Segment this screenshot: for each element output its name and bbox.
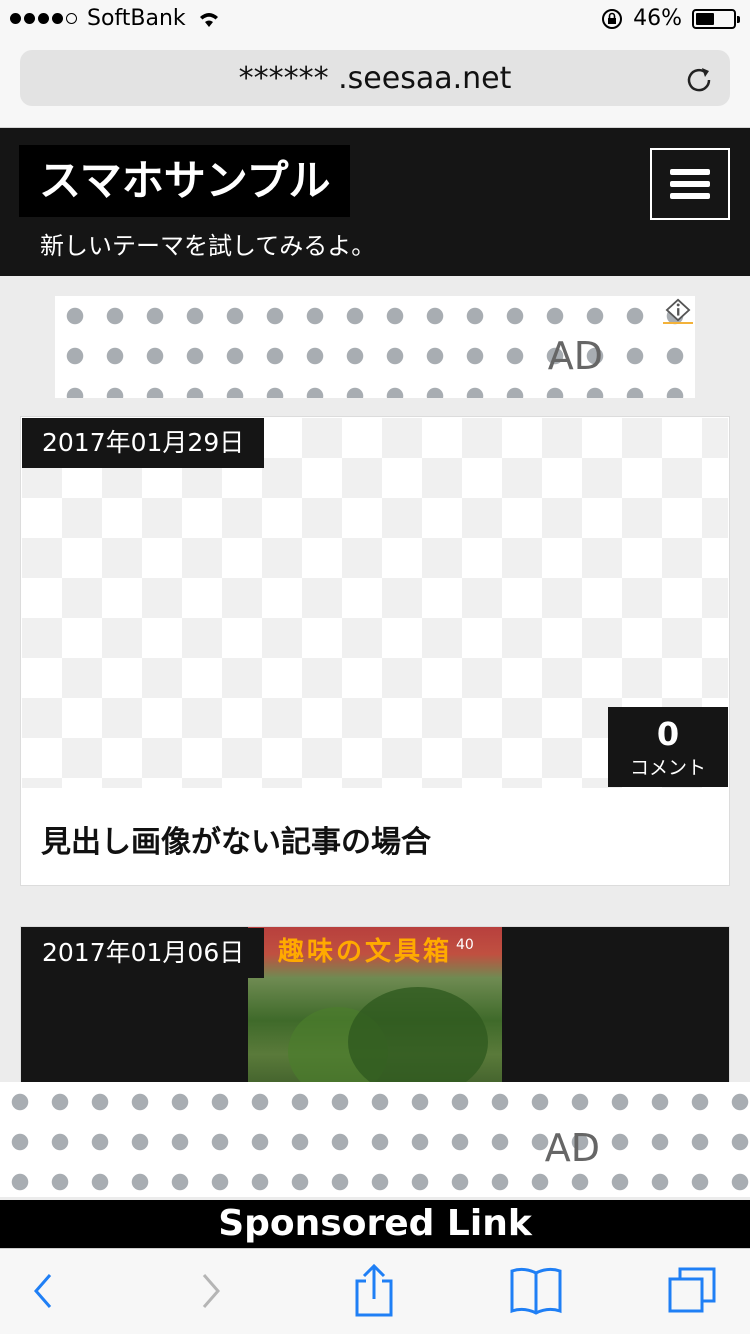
browser-toolbar: [0, 1248, 750, 1334]
comment-count-badge[interactable]: 0 コメント: [608, 707, 728, 787]
site-header: スマホサンプル 新しいテーマを試してみるよ。: [0, 128, 750, 276]
site-tagline: 新しいテーマを試してみるよ。: [40, 232, 376, 260]
status-left: SoftBank: [10, 6, 222, 31]
post-card[interactable]: 2017年01月29日 0 コメント 見出し画像がない記事の場合: [20, 416, 730, 886]
ad-label: AD: [547, 334, 603, 378]
post-date: 2017年01月06日: [22, 928, 265, 978]
site-title[interactable]: スマホサンプル: [19, 145, 351, 217]
post-title[interactable]: 見出し画像がない記事の場合: [41, 817, 431, 861]
reload-icon[interactable]: [684, 64, 714, 94]
menu-button[interactable]: [650, 148, 730, 220]
battery-percent: 46%: [633, 6, 682, 31]
thumbnail-text: 趣味の文具箱: [278, 937, 453, 967]
signal-strength-icon: [10, 13, 77, 24]
browser-chrome: ****** .seesaa.net: [0, 40, 750, 128]
carrier-name: SoftBank: [87, 6, 186, 31]
thumbnail-issue: 40: [456, 937, 474, 953]
post-card[interactable]: 趣味の文具箱 40 2017年01月06日: [20, 926, 730, 1097]
bottom-ad-banner[interactable]: AD: [0, 1082, 750, 1197]
rotation-lock-icon: [602, 8, 623, 29]
tabs-icon[interactable]: [666, 1265, 720, 1315]
top-ad-banner[interactable]: AD: [55, 296, 695, 398]
sponsored-link-label: Sponsored Link: [0, 1200, 750, 1248]
hamburger-icon: [670, 169, 710, 175]
ad-label: AD: [544, 1126, 600, 1170]
bookmarks-icon[interactable]: [508, 1265, 564, 1317]
status-bar: SoftBank 46%: [0, 0, 750, 40]
address-bar[interactable]: ****** .seesaa.net: [20, 50, 730, 106]
ad-info-icon[interactable]: [663, 298, 693, 324]
post-thumbnail: 趣味の文具箱 40: [248, 927, 502, 1097]
post-date: 2017年01月29日: [22, 418, 265, 468]
wifi-icon: [199, 12, 218, 27]
comment-label: コメント: [629, 757, 706, 779]
forward-icon[interactable]: [196, 1267, 226, 1315]
url-text: ****** .seesaa.net: [238, 60, 512, 96]
share-icon[interactable]: [352, 1263, 396, 1319]
battery-icon: [692, 8, 740, 29]
back-icon[interactable]: [28, 1267, 58, 1315]
status-right: 46%: [601, 6, 740, 31]
comment-count: 0: [656, 715, 680, 753]
